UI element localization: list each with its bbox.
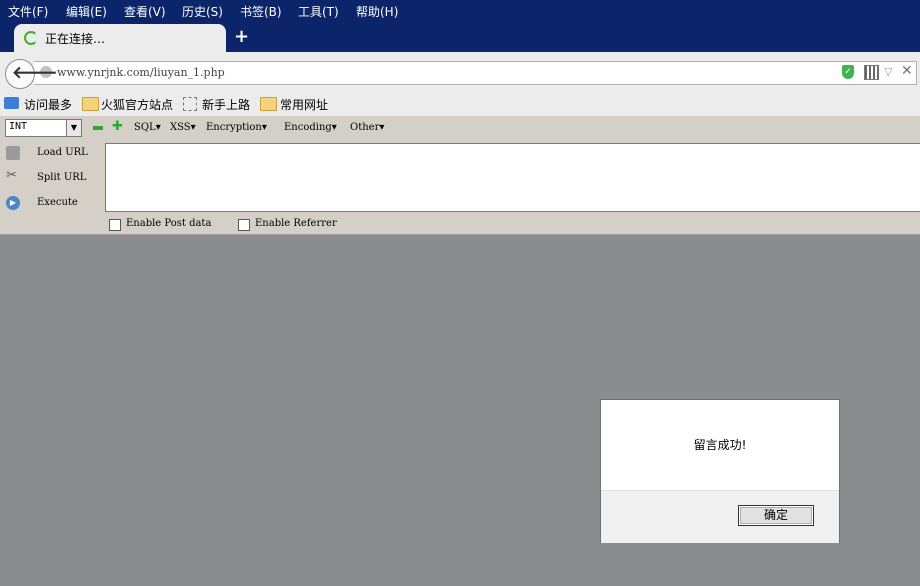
ok-button[interactable]: 确定 xyxy=(738,505,814,526)
load-url-label: Load URL xyxy=(37,147,88,158)
bookmark-most-visited[interactable]: 访问最多 xyxy=(24,96,72,113)
enable-post-label: Enable Post data xyxy=(126,218,212,229)
menu-tools[interactable]: 工具(T) xyxy=(298,3,339,20)
folder-icon xyxy=(82,97,99,111)
back-button[interactable]: 🡐 xyxy=(5,59,58,89)
loading-spinner-icon xyxy=(24,31,38,45)
url-text[interactable]: www.ynrjnk.com/liuyan_1.php xyxy=(57,66,225,79)
bookmark-common-sites[interactable]: 常用网址 xyxy=(280,96,328,113)
tab-strip: 正在连接… + xyxy=(0,22,920,52)
nav-bar: www.ynrjnk.com/liuyan_1.php ✓ ▽ ✕ 🡐 xyxy=(0,52,920,92)
type-select-value: INT xyxy=(9,121,28,132)
bookmark-firefox-site[interactable]: 火狐官方站点 xyxy=(101,96,173,113)
menu-bookmarks[interactable]: 书签(B) xyxy=(240,3,282,20)
execute-icon: ▶ xyxy=(6,196,20,210)
enable-post-checkbox[interactable] xyxy=(109,219,121,231)
tab-active[interactable]: 正在连接… xyxy=(14,24,226,52)
tab-title: 正在连接… xyxy=(45,32,106,46)
blank-page-icon xyxy=(183,97,197,111)
menu-help[interactable]: 帮助(H) xyxy=(356,3,398,20)
close-icon[interactable]: ✕ xyxy=(901,63,913,79)
bookmark-getting-started[interactable]: 新手上路 xyxy=(202,96,250,113)
folder-icon xyxy=(260,97,277,111)
hackbar-toolbar: INT ▼ ✚ SQL▾ XSS▾ Encryption▾ Encoding▾ … xyxy=(0,116,920,141)
alert-dialog: 留言成功! 确定 xyxy=(600,399,840,543)
type-select[interactable]: INT ▼ xyxy=(5,119,82,137)
search-bookmark-icon xyxy=(4,97,19,109)
shield-icon[interactable]: ✓ xyxy=(842,65,854,79)
dialog-message: 留言成功! xyxy=(693,438,747,452)
url-bar[interactable]: www.ynrjnk.com/liuyan_1.php ✓ ▽ ✕ xyxy=(34,61,917,85)
menu-encryption[interactable]: Encryption▾ xyxy=(206,122,267,133)
load-url-icon xyxy=(6,146,20,160)
new-tab-button[interactable]: + xyxy=(234,26,249,47)
minus-icon[interactable] xyxy=(93,126,103,130)
scissors-icon: ✂ xyxy=(6,168,17,183)
enable-referrer-label: Enable Referrer xyxy=(255,218,337,229)
execute-label: Execute xyxy=(37,197,78,208)
menu-file[interactable]: 文件(F) xyxy=(8,3,48,20)
url-textarea[interactable] xyxy=(105,143,920,212)
menu-encoding[interactable]: Encoding▾ xyxy=(284,122,337,133)
qr-code-icon[interactable] xyxy=(864,65,879,80)
menu-sql[interactable]: SQL▾ xyxy=(134,122,161,133)
menu-edit[interactable]: 编辑(E) xyxy=(66,3,107,20)
enable-referrer-checkbox[interactable] xyxy=(238,219,250,231)
dialog-footer: 确定 xyxy=(601,490,839,543)
menu-xss[interactable]: XSS▾ xyxy=(170,122,196,133)
split-url-label: Split URL xyxy=(37,172,87,183)
back-arrow-icon: 🡐 xyxy=(12,63,58,83)
split-url-button[interactable]: ✂ Split URL xyxy=(4,168,99,188)
bookmarks-toolbar: 访问最多 火狐官方站点 新手上路 常用网址 xyxy=(0,92,920,116)
menu-other[interactable]: Other▾ xyxy=(350,122,384,133)
chevron-down-icon[interactable]: ▼ xyxy=(66,120,81,136)
hackbar-panel: Load URL ✂ Split URL ▶ Execute Enable Po… xyxy=(0,141,920,235)
menu-bar: 文件(F) 编辑(E) 查看(V) 历史(S) 书签(B) 工具(T) 帮助(H… xyxy=(0,0,920,22)
execute-button[interactable]: ▶ Execute xyxy=(4,193,99,213)
load-url-button[interactable]: Load URL xyxy=(4,143,99,163)
dropdown-arrow-icon[interactable]: ▽ xyxy=(884,65,892,78)
menu-history[interactable]: 历史(S) xyxy=(182,3,223,20)
plus-icon[interactable]: ✚ xyxy=(112,119,123,134)
menu-view[interactable]: 查看(V) xyxy=(124,3,166,20)
